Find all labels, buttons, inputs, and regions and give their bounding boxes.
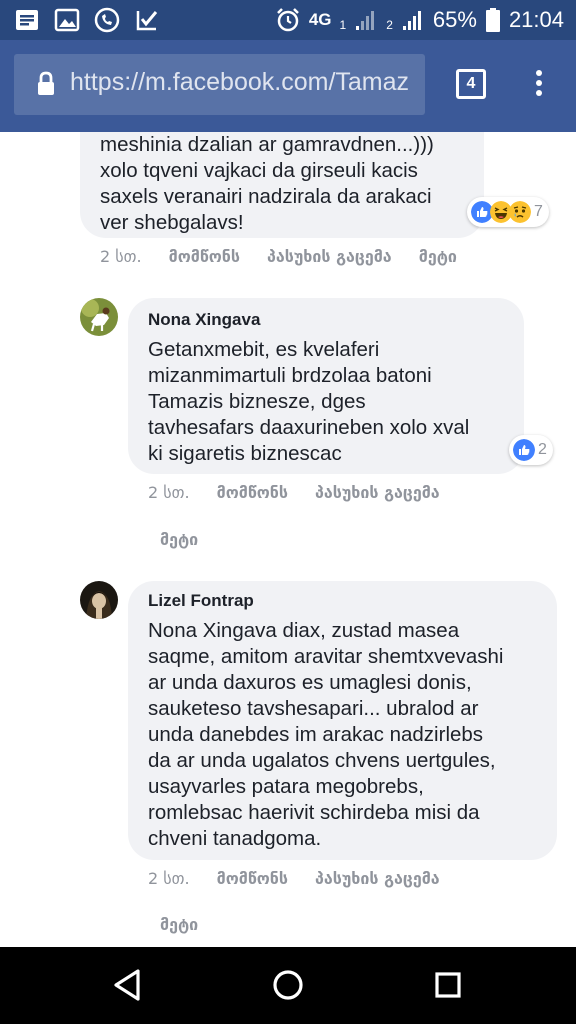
comment-line: xolo tqveni vajkaci da girseuli kacis bbox=[100, 159, 418, 182]
more-button[interactable]: მეტი bbox=[160, 530, 198, 549]
signal-sim1-icon bbox=[356, 11, 375, 30]
overflow-menu-icon[interactable] bbox=[534, 70, 544, 102]
more-button[interactable]: მეტი bbox=[160, 915, 198, 934]
call-notification-icon bbox=[94, 7, 120, 33]
gallery-notification-icon bbox=[54, 8, 80, 32]
commenter-name[interactable]: Lizel Fontrap bbox=[148, 590, 503, 612]
comment-line: sauketeso tavshesapari... ubralod ar bbox=[148, 697, 479, 720]
network-type: 4G bbox=[308, 10, 332, 29]
comment-line: ar unda daxuros es umaglesi donis, bbox=[148, 671, 472, 694]
avatar[interactable] bbox=[80, 581, 118, 619]
reply-button[interactable]: პასუხის გაცემა bbox=[315, 483, 440, 502]
battery-percent: 65% bbox=[432, 7, 477, 32]
commenter-name[interactable]: Nona Xingava bbox=[148, 309, 469, 331]
comment-line: unda danebdes im arakac nadzirlebs bbox=[148, 723, 484, 746]
comment-time: 2 სთ. bbox=[148, 483, 190, 502]
like-button[interactable]: მომწონს bbox=[217, 869, 288, 888]
address-bar[interactable]: https://m.facebook.com/Tamaz bbox=[14, 54, 425, 115]
comment-line: Nona Xingava diax, zustad masea bbox=[148, 619, 460, 642]
comment-bubble: Lizel Fontrap Nona Xingava diax, zustad … bbox=[128, 581, 557, 860]
reaction-count: 7 bbox=[534, 203, 543, 220]
comment-actions: 2 სთ. მომწონს პასუხის გაცემა მეტი bbox=[100, 247, 457, 266]
comment-line: mizanmimartuli brdzolaa batoni bbox=[148, 364, 432, 387]
sim2-label: 2 bbox=[386, 18, 393, 32]
browser-toolbar: https://m.facebook.com/Tamaz 4 bbox=[0, 40, 576, 132]
comment-line: tavhesafars daaxurineben xolo xval bbox=[148, 416, 470, 439]
tab-switcher-button[interactable]: 4 bbox=[456, 69, 486, 99]
comment-time: 2 სთ. bbox=[148, 869, 190, 888]
more-button[interactable]: მეტი bbox=[419, 247, 457, 266]
like-button[interactable]: მომწონს bbox=[217, 483, 288, 502]
comment-time: 2 სთ. bbox=[100, 247, 142, 266]
alarm-icon bbox=[276, 8, 299, 32]
avatar[interactable] bbox=[80, 298, 118, 336]
comment-line: romlebsac haerivit schirdeba misi da bbox=[148, 801, 480, 824]
like-reaction-icon bbox=[513, 439, 535, 461]
status-bar: 4G 1 2 65% 21:04 bbox=[0, 0, 576, 40]
home-icon[interactable] bbox=[268, 965, 308, 1005]
avatar-image bbox=[80, 298, 118, 336]
notification-icons bbox=[14, 7, 160, 33]
sim1-label: 1 bbox=[339, 18, 347, 32]
comment-line: ver shebgalavs! bbox=[100, 211, 244, 234]
comment-line: saqme, amitom aravitar shemtxvevashi bbox=[148, 645, 504, 668]
comment-bubble: meshinia dzalian ar gamravdnen...))) xol… bbox=[80, 132, 484, 238]
comment-actions: 2 სთ. მომწონს პასუხის გაცემა bbox=[148, 869, 440, 888]
signal-sim2-icon bbox=[402, 11, 421, 30]
reaction-summary[interactable]: 7 bbox=[467, 197, 549, 227]
back-icon[interactable] bbox=[108, 965, 148, 1005]
comment-actions: 2 სთ. მომწონს პასუხის გაცემა bbox=[148, 483, 440, 502]
clock: 21:04 bbox=[508, 7, 564, 32]
recent-apps-icon[interactable] bbox=[428, 965, 468, 1005]
comment-line: ki sigaretis biznescac bbox=[148, 442, 342, 465]
comments-thread: meshinia dzalian ar gamravdnen...))) xol… bbox=[0, 132, 576, 947]
android-navigation-bar bbox=[0, 947, 576, 1024]
system-indicators: 4G 1 2 65% 21:04 bbox=[275, 0, 564, 40]
comment-line: chveni tanadgoma. bbox=[148, 827, 322, 850]
comment-line: da ar unda ugalatos chvens uertgules, bbox=[148, 749, 496, 772]
reaction-count: 2 bbox=[538, 441, 547, 458]
comment-line: usayvarles patara megobrebs, bbox=[148, 775, 424, 798]
comment-line: meshinia dzalian ar gamravdnen...))) bbox=[100, 133, 434, 156]
comment-actions-row2: მეტი bbox=[160, 530, 198, 549]
battery-icon bbox=[485, 8, 500, 32]
tasks-notification-icon bbox=[136, 11, 158, 31]
reply-button[interactable]: პასუხის გაცემა bbox=[315, 869, 440, 888]
sad-reaction-icon bbox=[509, 201, 531, 223]
comment-text: Nona Xingava diax, zustad masea saqme, a… bbox=[148, 618, 503, 852]
comment-bubble: Nona Xingava Getanxmebit, es kvelaferi m… bbox=[128, 298, 524, 474]
lock-icon bbox=[38, 71, 54, 95]
comment-actions-row2: მეტი bbox=[160, 915, 198, 934]
message-notification-icon bbox=[16, 10, 38, 30]
comment-text: Getanxmebit, es kvelaferi mizanmimartuli… bbox=[148, 337, 469, 467]
comment-line: Getanxmebit, es kvelaferi bbox=[148, 338, 380, 361]
comment-line: Tamazis biznesze, dges bbox=[148, 390, 366, 413]
url-text: https://m.facebook.com/Tamaz bbox=[70, 68, 410, 96]
reaction-summary[interactable]: 2 bbox=[509, 435, 553, 465]
avatar-image bbox=[80, 581, 118, 619]
comment-text: meshinia dzalian ar gamravdnen...))) xol… bbox=[100, 132, 434, 236]
reply-button[interactable]: პასუხის გაცემა bbox=[267, 247, 392, 266]
comment-line: saxels veranairi nadzirala da arakaci bbox=[100, 185, 432, 208]
like-button[interactable]: მომწონს bbox=[169, 247, 240, 266]
